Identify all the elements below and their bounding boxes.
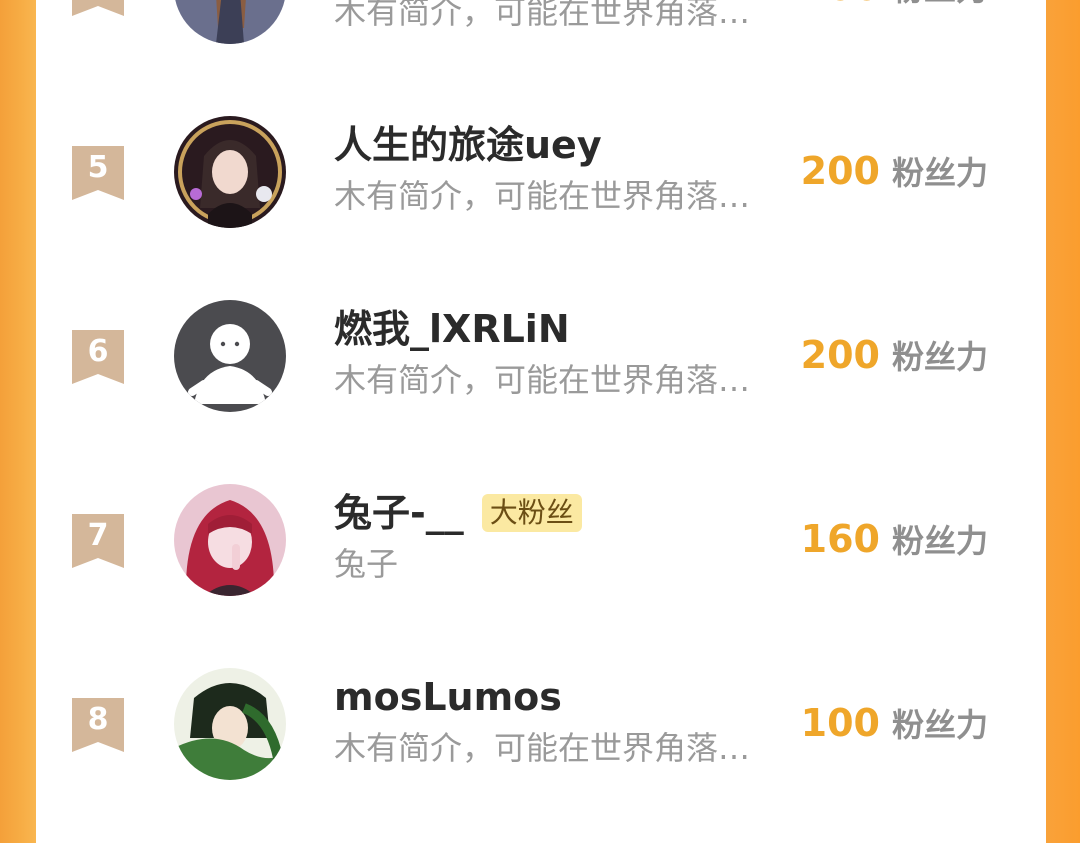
score-unit: 粉丝力 — [891, 706, 988, 744]
rank-ribbon: 6 — [72, 330, 124, 384]
user-bio: 木有简介，可能在世界角落… — [334, 361, 751, 399]
user-bio: 兔子 — [334, 545, 399, 583]
user-avatar[interactable] — [174, 300, 286, 412]
user-bio: 木有简介，可能在世界角落… — [334, 729, 751, 767]
rank-ribbon: 5 — [72, 146, 124, 200]
left-orange-frame — [0, 0, 36, 843]
user-avatar[interactable] — [174, 0, 286, 44]
ranking-row[interactable]: 5 人生的旅途uey 木有简介，可能在世界角落… 200 粉丝力 — [36, 112, 1046, 242]
rank-number: 6 — [87, 334, 109, 369]
score-value: 200 — [800, 333, 880, 377]
fan-power-score: 200 粉丝力 — [801, 0, 988, 10]
score-value: 200 — [801, 0, 880, 9]
user-name-line: mosLumos — [334, 672, 562, 722]
score-unit: 粉丝力 — [891, 154, 988, 192]
score-value: 100 — [800, 701, 880, 745]
fan-power-score: 100 粉丝力 — [801, 700, 988, 746]
ranking-row[interactable]: 8 mosLumos 木有简介，可能在世界角落… 100 粉丝力 — [36, 664, 1046, 794]
user-name-line: 燃我_lXRLiN — [334, 304, 570, 354]
rank-number: 8 — [87, 702, 109, 737]
score-unit: 粉丝力 — [892, 0, 988, 10]
rank-number: 5 — [87, 150, 109, 185]
fan-ranking-panel[interactable]: 木有简介，可能在世界角落… 200 粉丝力 5 人生的旅途uey 木有简介， — [36, 0, 1046, 843]
user-name[interactable]: 人生的旅途uey — [334, 120, 602, 170]
user-name[interactable]: 燃我_lXRLiN — [334, 304, 570, 354]
score-value: 200 — [800, 149, 880, 193]
ranking-row[interactable]: 7 兔子-__ 大粉丝 兔子 160 粉丝力 — [36, 480, 1046, 610]
green-anime-avatar-icon — [174, 668, 286, 780]
rank-ribbon: 7 — [72, 514, 124, 568]
anime-avatar-icon — [174, 0, 286, 44]
fan-power-score: 160 粉丝力 — [801, 516, 988, 562]
default-user-avatar-icon — [174, 300, 286, 412]
ranking-row[interactable]: 6 燃我_lXRLiN 木有简介，可能在世界角落… 200 粉丝力 — [36, 296, 1046, 426]
ranking-row[interactable]: 木有简介，可能在世界角落… 200 粉丝力 — [36, 0, 1046, 58]
user-bio: 木有简介，可能在世界角落… — [334, 177, 751, 215]
score-unit: 粉丝力 — [891, 338, 988, 376]
rank-number: 7 — [87, 518, 109, 553]
user-name[interactable]: mosLumos — [334, 672, 562, 722]
fan-power-score: 200 粉丝力 — [801, 332, 988, 378]
anime-girl-avatar-icon — [174, 116, 286, 228]
user-bio: 木有简介，可能在世界角落… — [334, 0, 751, 31]
score-value: 160 — [800, 517, 880, 561]
user-avatar[interactable] — [174, 116, 286, 228]
user-avatar[interactable] — [174, 484, 286, 596]
rank-ribbon — [72, 0, 124, 16]
fan-power-score: 200 粉丝力 — [801, 148, 988, 194]
big-fan-badge: 大粉丝 — [481, 494, 582, 532]
user-name-line: 兔子-__ 大粉丝 — [334, 488, 582, 538]
red-hair-girl-avatar-icon — [174, 484, 286, 596]
user-name[interactable]: 兔子-__ — [334, 488, 464, 538]
user-name-line: 人生的旅途uey — [334, 120, 602, 170]
user-avatar[interactable] — [174, 668, 286, 780]
right-orange-frame — [1046, 0, 1080, 843]
score-unit: 粉丝力 — [891, 522, 988, 560]
rank-ribbon: 8 — [72, 698, 124, 752]
